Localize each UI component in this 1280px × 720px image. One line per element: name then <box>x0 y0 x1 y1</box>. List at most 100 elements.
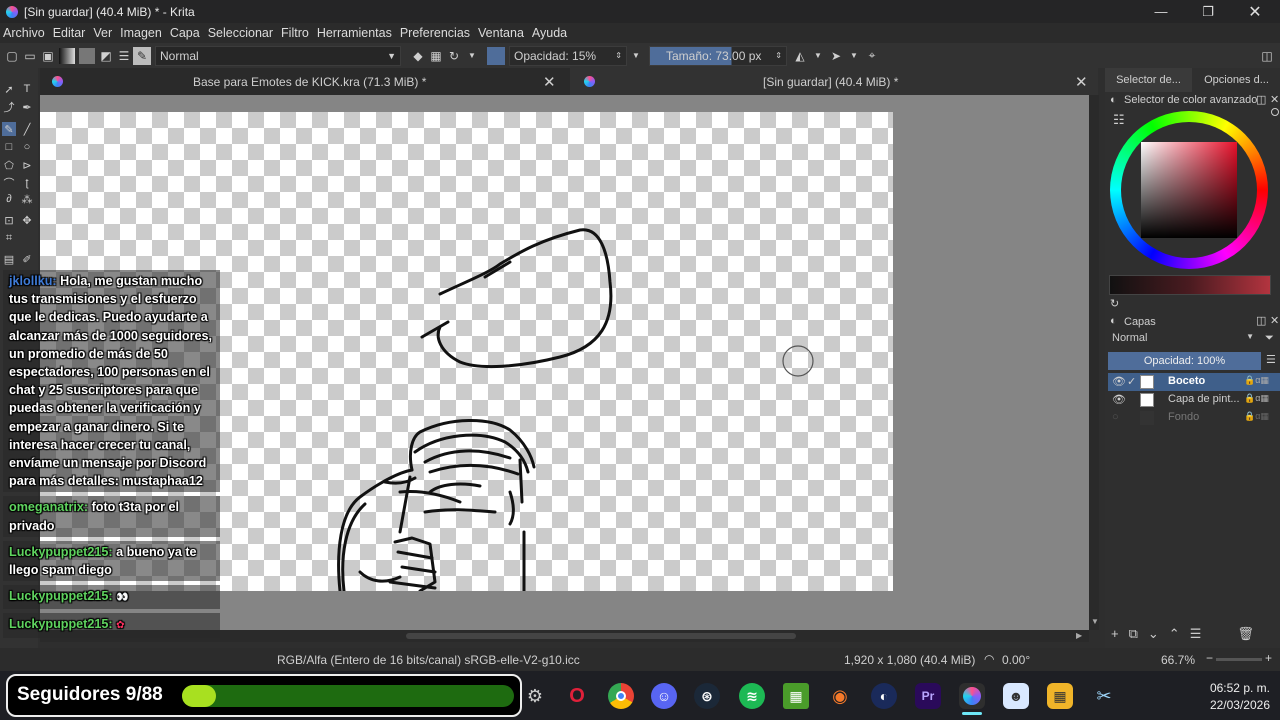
bezier-tool-icon[interactable]: ⌒ <box>2 176 16 190</box>
tab-tool-options[interactable]: Opciones d... <box>1193 68 1280 92</box>
menu-ayuda[interactable]: Ayuda <box>532 26 567 40</box>
menu-capa[interactable]: Capa <box>170 26 200 40</box>
move-up-icon[interactable]: ⌃ <box>1169 626 1180 642</box>
saturation-value-square[interactable] <box>1141 142 1237 238</box>
vertical-scrollbar[interactable]: ▼ <box>1089 95 1099 630</box>
layer-lock-icon[interactable]: 🔒α▦ <box>1244 393 1269 404</box>
wrap-around-icon[interactable]: ⌖ <box>863 47 881 65</box>
close-tab-icon[interactable]: ✕ <box>1075 73 1088 91</box>
polygon-tool-icon[interactable]: ⬠ <box>2 158 16 172</box>
add-layer-icon[interactable]: + <box>1111 626 1119 642</box>
ellipse-tool-icon[interactable]: ○ <box>20 140 34 154</box>
close-docker-icon[interactable]: ✕ <box>1270 93 1279 106</box>
snipping-icon[interactable]: ✂ <box>1091 683 1117 709</box>
close-tab-icon[interactable]: ✕ <box>543 73 556 91</box>
freehand-brush-tool-icon[interactable]: ✎ <box>2 122 16 136</box>
opera-icon[interactable]: O <box>564 683 590 709</box>
eye-hidden-icon[interactable]: ○ <box>1112 411 1119 423</box>
color-history-strip[interactable] <box>1109 275 1271 295</box>
eraser-icon[interactable]: ◆ <box>409 47 427 65</box>
text-tool-icon[interactable]: T <box>20 82 34 96</box>
minimize-button[interactable]: — <box>1138 0 1184 23</box>
dockers-toggle-icon[interactable]: ◫ <box>1258 47 1276 65</box>
layer-lock-icon[interactable]: 🔒α▦ <box>1244 375 1269 386</box>
save-icon[interactable]: ▣ <box>39 47 57 65</box>
tab-base-emotes[interactable]: Base para Emotes de KICK.kra (71.3 MiB) … <box>40 68 570 95</box>
move-down-icon[interactable]: ⌄ <box>1148 626 1159 642</box>
scroll-down-icon[interactable]: ▼ <box>1091 617 1099 626</box>
duplicate-layer-icon[interactable]: ⧉ <box>1129 626 1138 642</box>
tab-sin-guardar[interactable]: [Sin guardar] (40.4 MiB) * ✕ <box>570 68 1098 95</box>
menu-imagen[interactable]: Imagen <box>120 26 162 40</box>
gradient-icon[interactable] <box>59 47 75 64</box>
chrome-icon[interactable] <box>608 683 634 709</box>
layer-row-fondo[interactable]: ○ Fondo 🔒α▦ <box>1108 409 1280 427</box>
float-icon[interactable]: ◫ <box>1256 314 1266 327</box>
menu-archivo[interactable]: Archivo <box>3 26 45 40</box>
zoom-slider[interactable] <box>1216 658 1262 661</box>
minecraft-icon[interactable]: ▦ <box>783 683 809 709</box>
zoom-in-icon[interactable]: + <box>1265 651 1272 665</box>
zoom-out-icon[interactable]: − <box>1206 651 1213 665</box>
chevron-down-icon[interactable]: ▼ <box>809 47 827 65</box>
freehand-path-tool-icon[interactable]: ʈ <box>20 176 34 190</box>
clock[interactable]: 06:52 p. m. 22/03/2026 <box>1180 680 1270 714</box>
pattern-icon[interactable] <box>79 47 95 64</box>
open-folder-icon[interactable]: ▭ <box>21 47 39 65</box>
color-docker-lock-icon[interactable]: ◐ <box>1110 94 1117 106</box>
layer-row-capa-de-pintura[interactable]: 👁 Capa de pint... 🔒α▦ <box>1108 391 1280 409</box>
menu-ventana[interactable]: Ventana <box>478 26 524 40</box>
scroll-right-icon[interactable]: ▶ <box>1076 631 1082 640</box>
line-tool-icon[interactable]: ╱ <box>20 122 34 136</box>
eye-icon[interactable]: 👁 <box>1112 393 1126 406</box>
color-picker-tool-icon[interactable]: ✐ <box>20 252 34 266</box>
dynamic-brush-tool-icon[interactable]: ∂ <box>2 192 16 206</box>
move-tool-icon[interactable]: ✥ <box>20 213 34 227</box>
filter-icon[interactable]: ⏷ <box>1265 332 1274 345</box>
layer-blend-mode-select[interactable]: Normal ▼ <box>1108 332 1258 348</box>
brush-settings-icon[interactable]: ☰ <box>115 47 133 65</box>
refresh-color-icon[interactable]: ↻ <box>1110 297 1119 310</box>
scroll-thumb[interactable] <box>406 633 796 639</box>
hue-ring[interactable] <box>1110 111 1268 269</box>
transform-tool-icon[interactable]: ⊡ <box>2 213 16 227</box>
menu-editar[interactable]: Editar <box>53 26 86 40</box>
chevron-down-icon[interactable]: ▼ <box>627 47 645 65</box>
layers-lock-icon[interactable]: ◐ <box>1110 315 1117 327</box>
size-slider[interactable]: Tamaño: 73.00 px ⇕ <box>649 45 787 66</box>
gradient-tool-icon[interactable]: ▤ <box>2 252 16 266</box>
polyline-tool-icon[interactable]: ⊳ <box>20 158 34 172</box>
mirror-horizontal-icon[interactable]: ◭ <box>791 47 809 65</box>
fg-bg-color-icon[interactable]: ◩ <box>97 47 115 65</box>
close-window-button[interactable]: ✕ <box>1232 0 1278 23</box>
multibrush-tool-icon[interactable]: ⁂ <box>20 192 34 206</box>
chevron-down-icon[interactable]: ▼ <box>845 47 863 65</box>
blend-mode-select[interactable]: Normal ▼ <box>155 45 401 66</box>
close-docker-icon[interactable]: ✕ <box>1270 314 1279 327</box>
layer-row-boceto[interactable]: 👁 ✓ Boceto 🔒α▦ <box>1108 373 1280 391</box>
rectangle-tool-icon[interactable]: □ <box>2 140 16 154</box>
layer-menu-icon[interactable]: ☰ <box>1266 353 1276 366</box>
premiere-icon[interactable]: Pr <box>915 683 941 709</box>
layer-opacity-slider[interactable]: Opacidad: 100% <box>1108 352 1261 370</box>
chevron-down-icon[interactable]: ▼ <box>463 47 481 65</box>
spotify-icon[interactable]: ≋ <box>739 683 765 709</box>
float-icon[interactable]: ◫ <box>1256 93 1266 106</box>
brush-preset-icon[interactable]: ✎ <box>133 46 151 65</box>
menu-preferencias[interactable]: Preferencias <box>400 26 470 40</box>
eye-icon[interactable]: 👁 <box>1112 375 1126 388</box>
crop-tool-icon[interactable]: ⌗ <box>2 231 16 245</box>
alpha-lock-icon[interactable]: ▦ <box>427 47 445 65</box>
chat-app-icon[interactable]: ☻ <box>1003 683 1029 709</box>
calligraphy-tool-icon[interactable]: ✒ <box>20 100 34 114</box>
store-icon[interactable]: ▦ <box>1047 683 1073 709</box>
delete-layer-icon[interactable]: 🗑 <box>1237 626 1254 642</box>
menu-seleccionar[interactable]: Seleccionar <box>208 26 273 40</box>
maximize-button[interactable]: ❐ <box>1185 0 1231 23</box>
menu-filtro[interactable]: Filtro <box>281 26 309 40</box>
reload-preset-icon[interactable]: ↻ <box>445 47 463 65</box>
flow-color-swatch[interactable] <box>487 46 505 65</box>
tab-color-selector[interactable]: Selector de... <box>1105 68 1192 92</box>
cinema4d-icon[interactable]: ◐ <box>871 683 897 709</box>
blender-icon[interactable]: ◉ <box>827 683 853 709</box>
